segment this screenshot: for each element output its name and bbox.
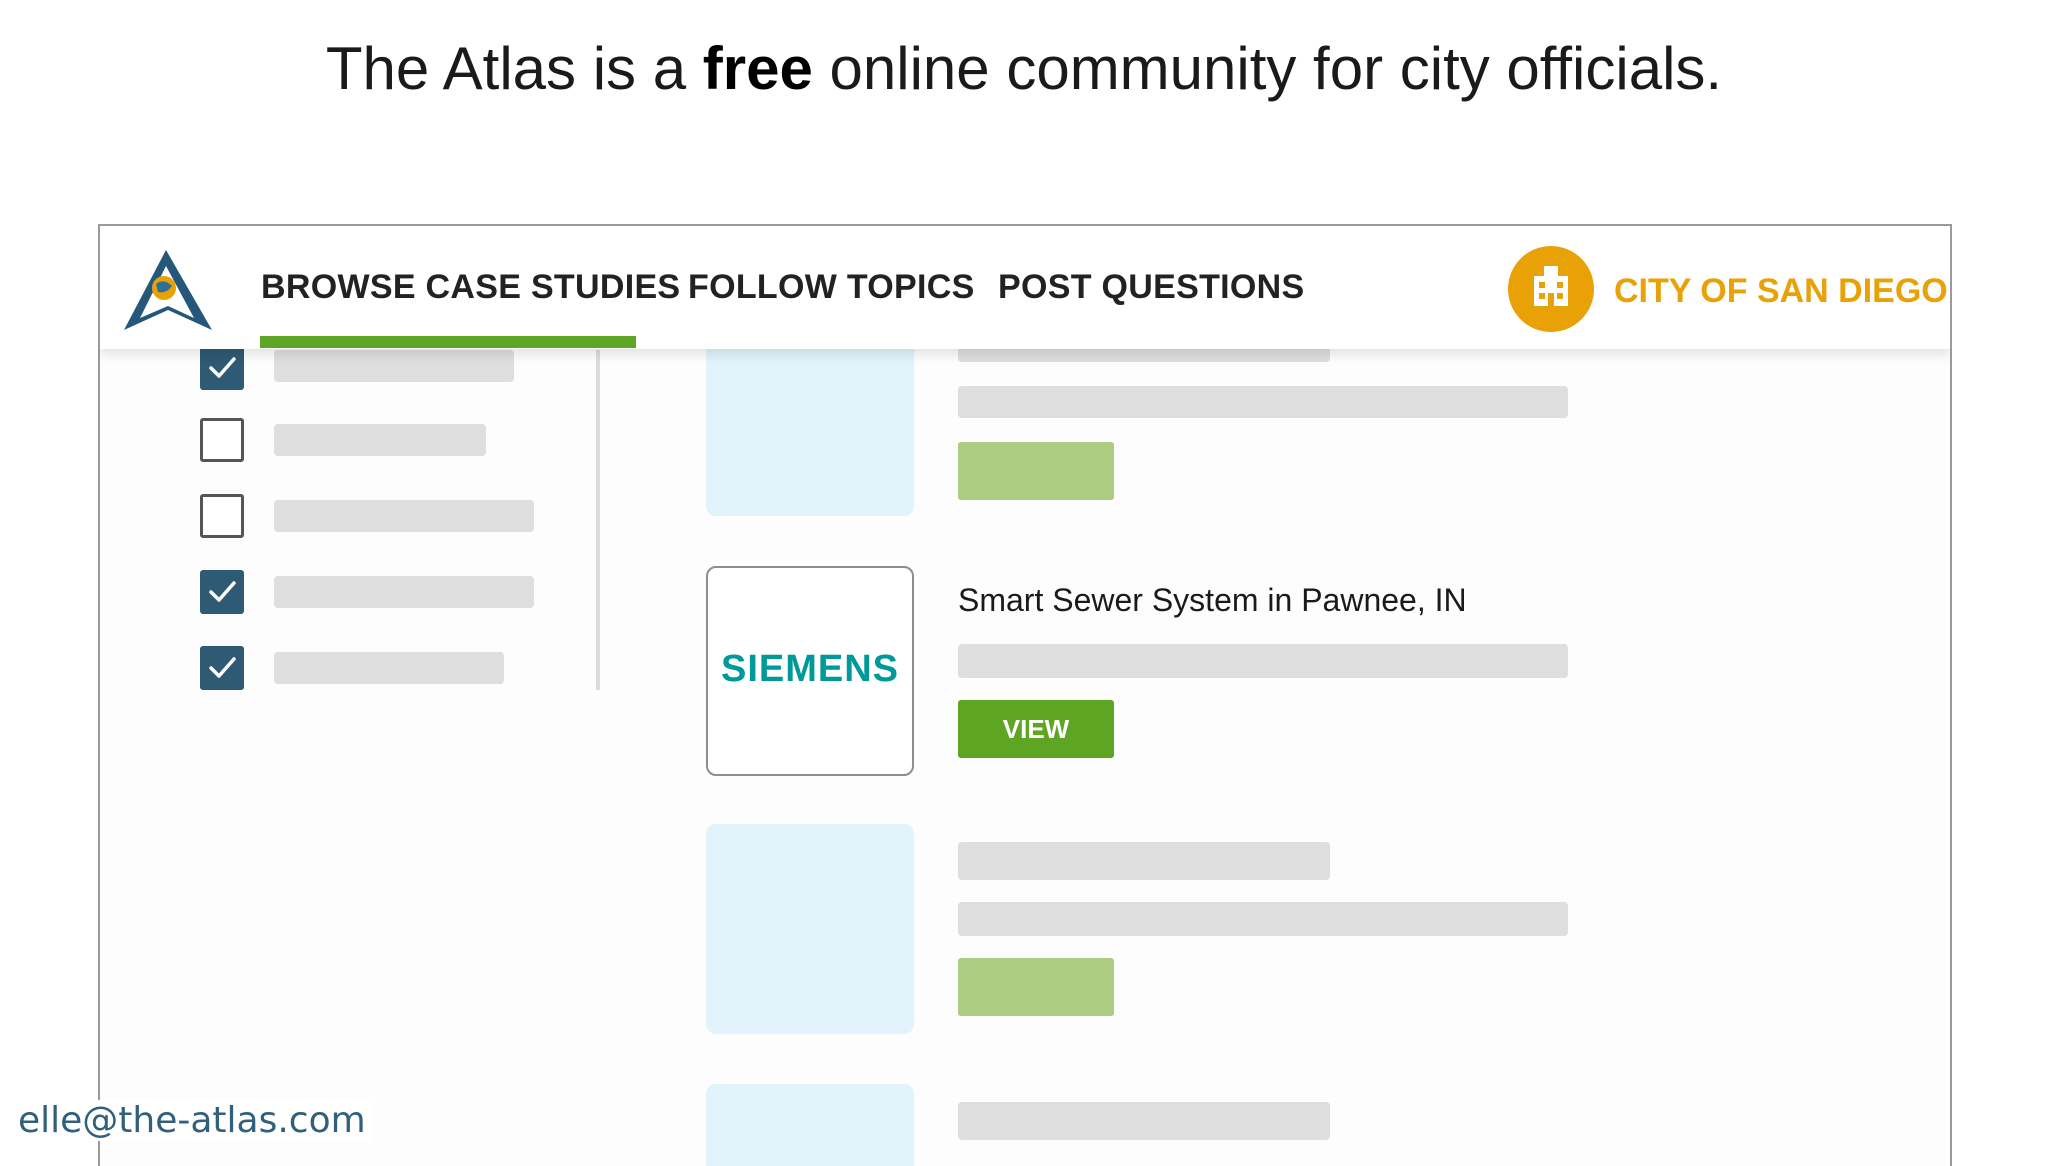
active-tab-indicator xyxy=(260,336,636,348)
filter-label-placeholder xyxy=(274,350,514,382)
description-placeholder xyxy=(958,386,1568,418)
description-placeholder xyxy=(958,644,1568,678)
case-study-logo-card[interactable]: SIEMENS xyxy=(706,566,914,776)
headline-text-before: The Atlas is a xyxy=(325,35,703,102)
city-buildings-icon[interactable] xyxy=(1508,246,1594,332)
case-study-thumbnail-placeholder[interactable] xyxy=(706,824,914,1034)
checkmark-icon xyxy=(209,581,236,602)
tab-post-questions[interactable]: POST QUESTIONS xyxy=(998,268,1304,307)
filter-checkbox-checked[interactable] xyxy=(200,570,244,614)
title-placeholder xyxy=(958,1102,1330,1140)
filter-label-placeholder xyxy=(274,500,534,532)
atlas-logo-icon[interactable] xyxy=(122,248,214,332)
filter-checkbox-checked[interactable] xyxy=(200,646,244,690)
case-study-thumbnail-placeholder[interactable] xyxy=(706,336,914,516)
filter-checkbox-unchecked[interactable] xyxy=(200,494,244,538)
case-study-title[interactable]: Smart Sewer System in Pawnee, IN xyxy=(958,582,1467,619)
filter-label-placeholder xyxy=(274,424,486,456)
headline-text-after: online community for city officials. xyxy=(812,35,1723,102)
app-screenshot-frame: BROWSE CASE STUDIES FOLLOW TOPICS POST Q… xyxy=(98,224,1952,1166)
headline-emphasis: free xyxy=(702,35,813,102)
siemens-logo: SIEMENS xyxy=(720,648,900,690)
view-button[interactable]: VIEW xyxy=(958,700,1114,758)
checkmark-icon xyxy=(209,657,236,678)
sidebar-divider xyxy=(596,350,600,690)
contact-email[interactable]: elle@the-atlas.com xyxy=(18,1100,372,1141)
case-study-thumbnail-placeholder[interactable] xyxy=(706,1084,914,1166)
description-placeholder xyxy=(958,902,1568,936)
headline: The Atlas is a free online community for… xyxy=(0,34,2048,103)
tab-browse-case-studies[interactable]: BROWSE CASE STUDIES xyxy=(261,268,680,307)
filter-label-placeholder xyxy=(274,576,534,608)
filter-checkbox-checked[interactable] xyxy=(200,346,244,390)
city-name[interactable]: CITY OF SAN DIEGO xyxy=(1614,272,1948,311)
top-navbar: BROWSE CASE STUDIES FOLLOW TOPICS POST Q… xyxy=(100,226,1950,349)
view-button-placeholder[interactable] xyxy=(958,958,1114,1016)
checkmark-icon xyxy=(209,357,236,378)
tab-follow-topics[interactable]: FOLLOW TOPICS xyxy=(688,268,975,307)
title-placeholder xyxy=(958,842,1330,880)
filter-checkbox-unchecked[interactable] xyxy=(200,418,244,462)
filter-label-placeholder xyxy=(274,652,504,684)
view-button-placeholder[interactable] xyxy=(958,442,1114,500)
